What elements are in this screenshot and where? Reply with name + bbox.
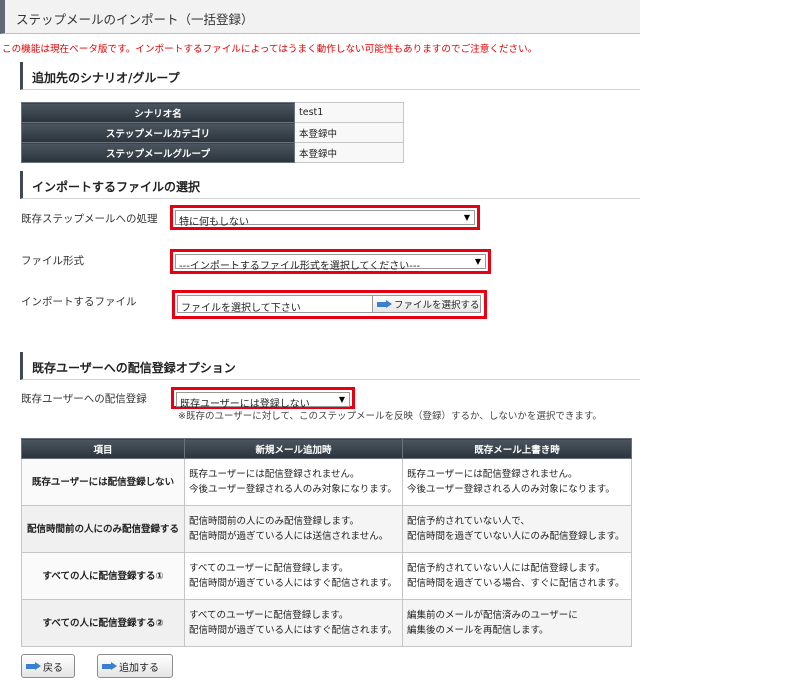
cell-line: 配信予約されていない人で、	[407, 516, 530, 527]
cell-line: 既存ユーザーには配信登録されません。	[407, 469, 578, 480]
target-label: シナリオ名	[21, 102, 295, 123]
cell-line: 配信時間を過ぎていない人にのみ配信登録します。	[407, 531, 625, 542]
section-options-heading: 既存ユーザーへの配信登録オプション	[20, 352, 640, 380]
page-header: ステップメールのインポート（一括登録）	[0, 0, 640, 34]
options-header-row: 項目 新規メール追加時 既存メール上書き時	[21, 438, 632, 459]
cell-line: 配信時間が過ぎている人には送信されません。	[189, 531, 389, 542]
section-target-heading: 追加先のシナリオ/グループ	[20, 62, 640, 90]
delivery-option-label: 既存ユーザーへの配信登録	[21, 393, 147, 405]
cell-line: 編集前のメールが配信済みのユーザーに	[407, 610, 578, 621]
beta-warning: この機能は現在ベータ版です。インポートするファイルによってはうまく動作しない可能…	[2, 44, 538, 55]
overwrite-cell: 既存ユーザーには配信登録されません。今後ユーザー登録される人のみ対象になります。	[402, 458, 632, 506]
file-picker: ファイルを選択して下さい ファイルを選択する	[177, 295, 482, 314]
file-name-placeholder: ファイルを選択して下さい	[181, 303, 301, 314]
arrow-right-icon	[26, 661, 41, 670]
overwrite-cell: 配信予約されていない人で、配信時間を過ぎていない人にのみ配信登録します。	[402, 505, 632, 553]
target-value: 本登録中	[294, 122, 404, 143]
row-item: すべての人に配信登録する②	[21, 599, 185, 647]
row-item: 既存ユーザーには配信登録しない	[21, 458, 185, 506]
row-item: すべての人に配信登録する①	[21, 552, 185, 600]
cell-line: 既存ユーザーには配信登録されません。	[189, 469, 360, 480]
delivery-option-select[interactable]: 既存ユーザーには登録しない ▼	[176, 392, 350, 410]
target-info-table: シナリオ名 test1 ステップメールカテゴリ 本登録中 ステップメールグループ…	[21, 102, 404, 163]
cell-line: 配信時間が過ぎている人にはすぐ配信されます。	[189, 625, 398, 636]
back-button-label: 戻る	[43, 662, 63, 674]
section-options-title: 既存ユーザーへの配信登録オプション	[32, 361, 236, 375]
file-format-select[interactable]: ---インポートするファイル形式を選択してください--- ▼	[175, 254, 486, 272]
cell-line: 配信時間を過ぎている場合、すぐに配信されます。	[407, 578, 625, 589]
page-title: ステップメールのインポート（一括登録）	[16, 12, 254, 27]
dropdown-arrow-icon: ▼	[463, 213, 470, 222]
cell-line: 今後ユーザー登録される人のみ対象になります。	[189, 484, 397, 495]
cell-line: 配信時間が過ぎている人にはすぐ配信されます。	[189, 578, 398, 589]
section-file-title: インポートするファイルの選択	[32, 180, 201, 194]
file-format-highlight: ---インポートするファイル形式を選択してください--- ▼	[170, 249, 491, 274]
row-item: 配信時間前の人にのみ配信登録する	[21, 505, 185, 553]
add-button-label: 追加する	[119, 662, 159, 674]
new-mail-cell: すべてのユーザーに配信登録します。配信時間が過ぎている人にはすぐ配信されます。	[184, 599, 403, 647]
choose-file-button[interactable]: ファイルを選択する	[372, 295, 481, 313]
arrow-right-icon	[102, 661, 117, 670]
target-row-category: ステップメールカテゴリ 本登録中	[21, 122, 404, 143]
section-target-title: 追加先のシナリオ/グループ	[32, 71, 180, 85]
cell-line: 配信予約されていない人には配信登録します。	[407, 563, 606, 574]
back-button[interactable]: 戻る	[21, 654, 75, 678]
table-row: 配信時間前の人にのみ配信登録する 配信時間前の人にのみ配信登録します。配信時間が…	[21, 505, 632, 553]
cell-line: 今後ユーザー登録される人のみ対象になります。	[407, 484, 615, 495]
choose-file-label: ファイルを選択する	[394, 300, 480, 311]
column-header: 新規メール追加時	[184, 438, 403, 459]
import-file-label: インポートするファイル	[21, 296, 137, 308]
file-format-selected: ---インポートするファイル形式を選択してください---	[179, 261, 421, 272]
delivery-option-hint: ※既存のユーザーに対して、このステップメールを反映（登録）するか、しないかを選択…	[178, 411, 602, 422]
existing-mail-label: 既存ステップメールへの処理	[21, 213, 158, 225]
section-file-heading: インポートするファイルの選択	[20, 171, 640, 199]
delivery-option-highlight: 既存ユーザーには登録しない ▼	[171, 387, 355, 410]
new-mail-cell: 既存ユーザーには配信登録されません。今後ユーザー登録される人のみ対象になります。	[184, 458, 403, 506]
overwrite-cell: 配信予約されていない人には配信登録します。配信時間を過ぎている場合、すぐに配信さ…	[402, 552, 632, 600]
existing-mail-highlight: 特に何もしない ▼	[170, 205, 480, 230]
import-file-highlight: ファイルを選択して下さい ファイルを選択する	[172, 290, 487, 319]
target-label: ステップメールカテゴリ	[21, 122, 295, 143]
arrow-right-icon	[377, 299, 392, 308]
column-header: 既存メール上書き時	[402, 438, 632, 459]
cell-line: 編集後のメールを再配信します。	[407, 625, 549, 636]
target-label: ステップメールグループ	[21, 142, 295, 163]
table-row: 既存ユーザーには配信登録しない 既存ユーザーには配信登録されません。 今後ユーザー…	[21, 458, 632, 506]
existing-mail-select[interactable]: 特に何もしない ▼	[175, 210, 475, 228]
dropdown-arrow-icon: ▼	[338, 395, 345, 404]
column-header: 項目	[21, 438, 185, 459]
cell-line: すべてのユーザーに配信登録します。	[189, 563, 349, 574]
existing-mail-selected: 特に何もしない	[179, 217, 249, 228]
options-table: 項目 新規メール追加時 既存メール上書き時 既存ユーザーには配信登録しない 既存…	[21, 438, 632, 647]
table-row: すべての人に配信登録する② すべてのユーザーに配信登録します。配信時間が過ぎてい…	[21, 599, 632, 647]
target-row-scenario: シナリオ名 test1	[21, 102, 404, 123]
table-row: すべての人に配信登録する① すべてのユーザーに配信登録します。配信時間が過ぎてい…	[21, 552, 632, 600]
target-value: 本登録中	[294, 142, 404, 163]
new-mail-cell: 配信時間前の人にのみ配信登録します。配信時間が過ぎている人には送信されません。	[184, 505, 403, 553]
file-format-label: ファイル形式	[21, 255, 84, 267]
cell-line: 配信時間前の人にのみ配信登録します。	[189, 516, 360, 527]
dropdown-arrow-icon: ▼	[474, 257, 481, 266]
new-mail-cell: すべてのユーザーに配信登録します。配信時間が過ぎている人にはすぐ配信されます。	[184, 552, 403, 600]
file-name-field[interactable]: ファイルを選択して下さい	[177, 295, 373, 314]
overwrite-cell: 編集前のメールが配信済みのユーザーに 編集後のメールを再配信します。	[402, 599, 632, 647]
target-row-group: ステップメールグループ 本登録中	[21, 142, 404, 163]
add-button[interactable]: 追加する	[97, 654, 173, 678]
target-value: test1	[294, 102, 404, 123]
cell-line: すべてのユーザーに配信登録します。	[189, 610, 349, 621]
